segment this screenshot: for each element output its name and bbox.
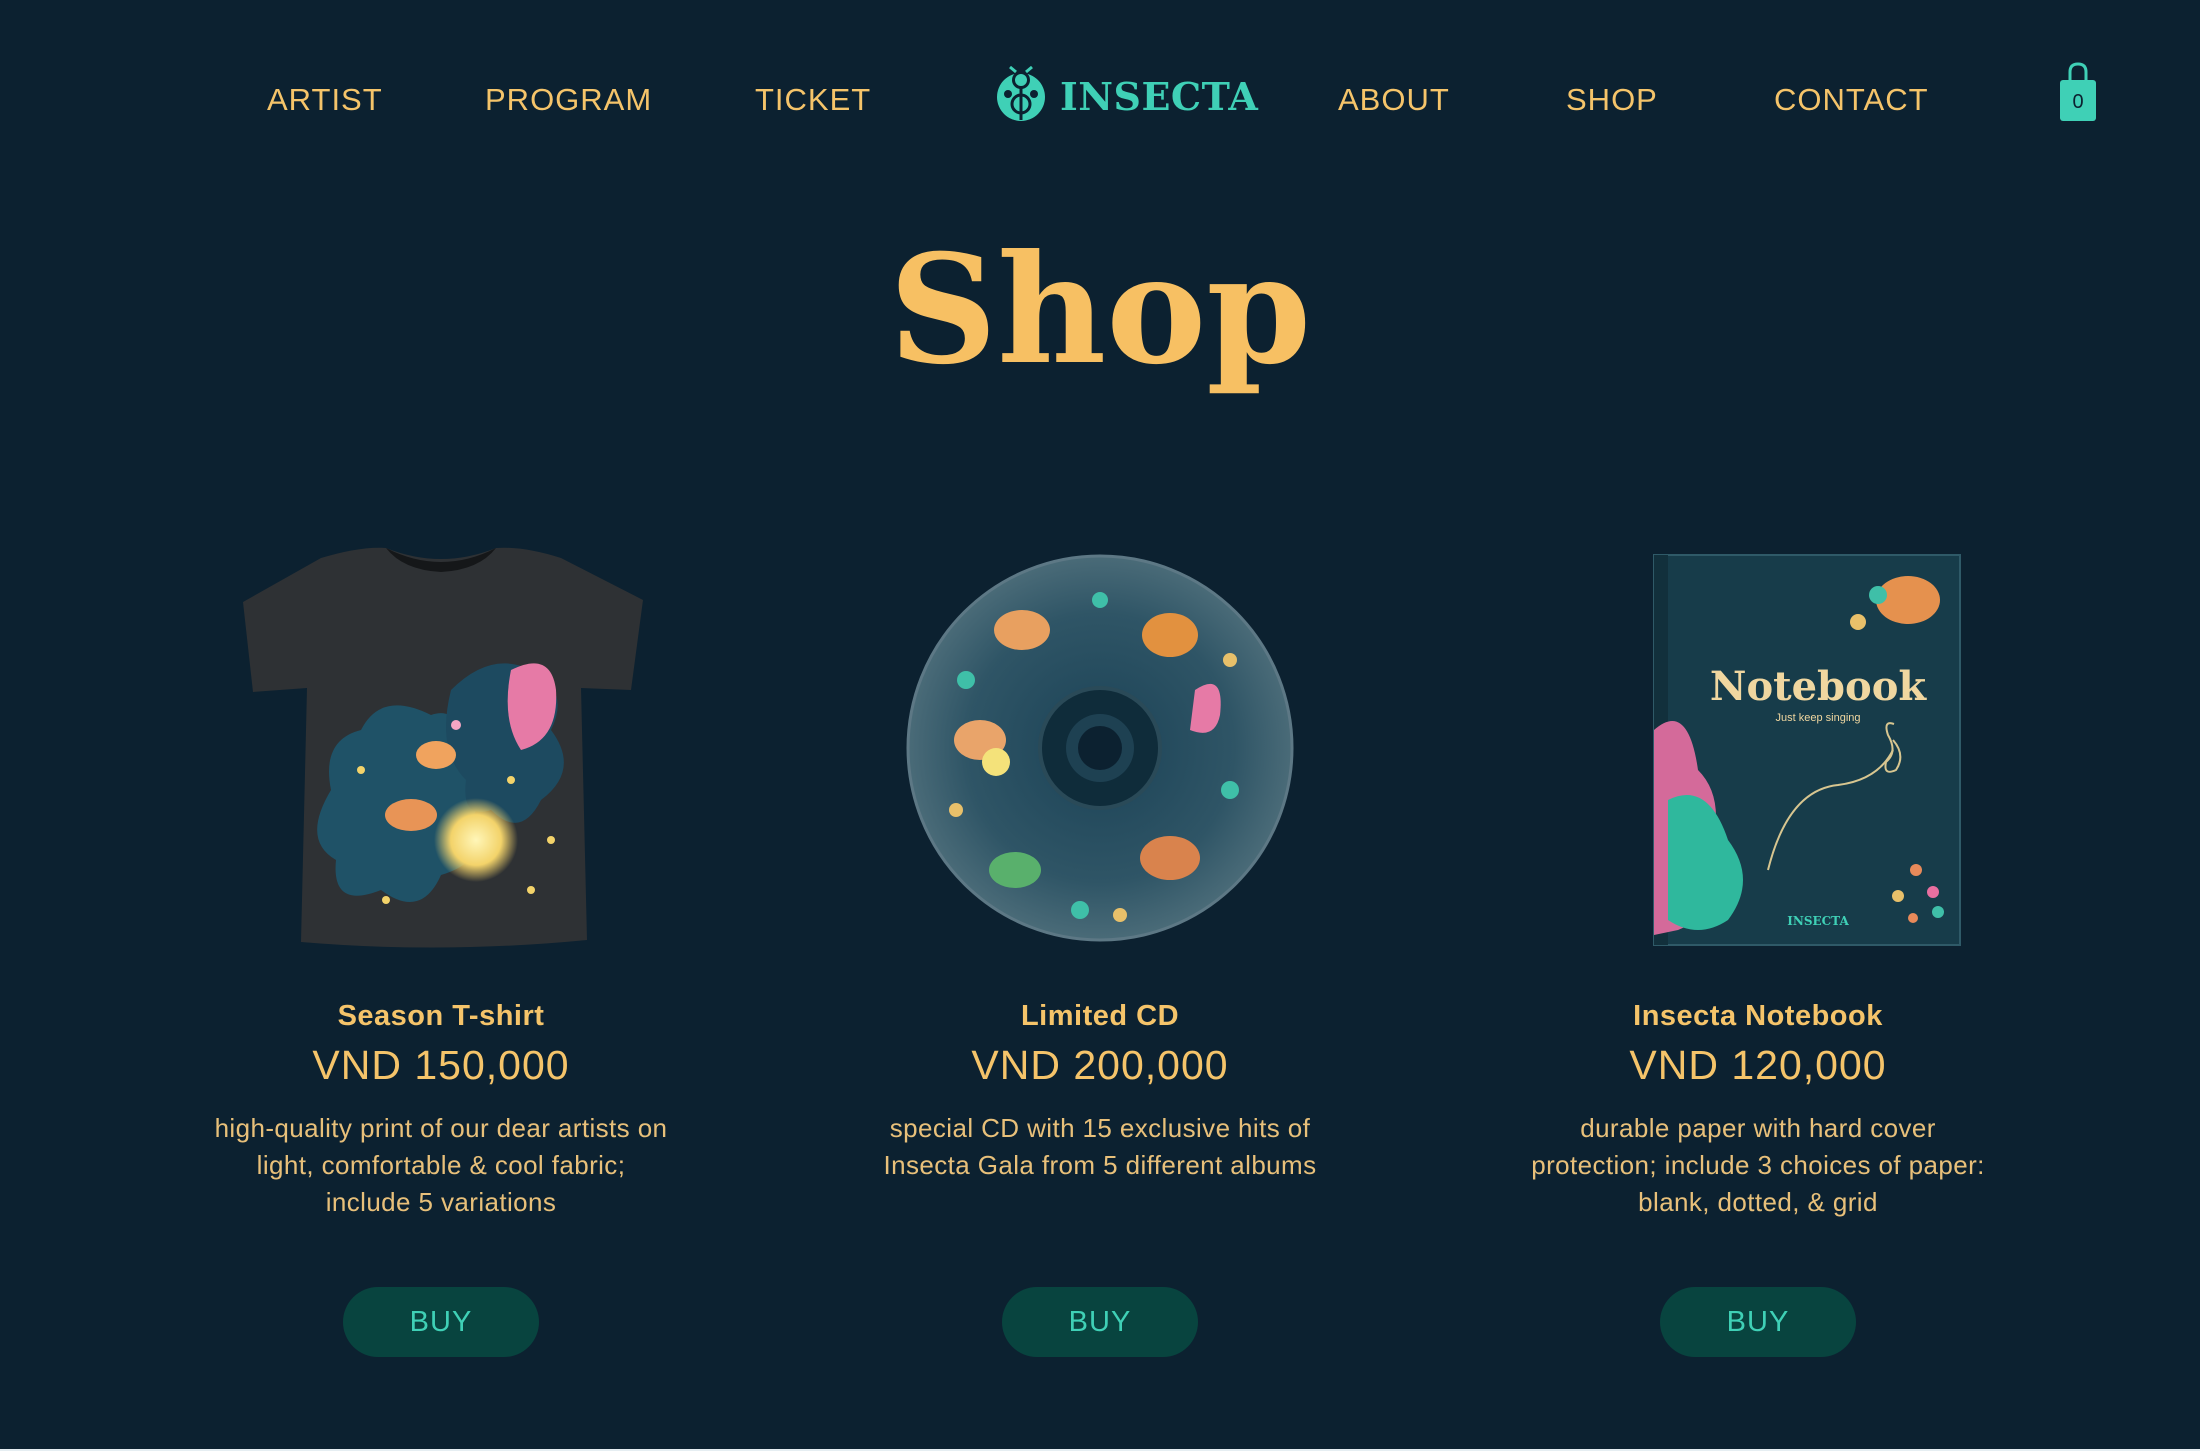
description-line: protection; include 3 choices of paper: <box>1531 1150 1985 1180</box>
nav-link-ticket[interactable]: TICKET <box>755 82 871 118</box>
product-description: special CD with 15 exclusive hits of Ins… <box>840 1110 1360 1184</box>
notebook-image[interactable]: Notebook Just keep singing INSECTA <box>1528 540 1988 960</box>
description-line: Insecta Gala from 5 different albums <box>883 1150 1317 1180</box>
nav-link-about[interactable]: ABOUT <box>1338 82 1450 118</box>
description-line: light, comfortable & cool fabric; <box>256 1150 626 1180</box>
notebook-cover-brand: INSECTA <box>1787 914 1849 928</box>
product-price: VND 150,000 <box>312 1042 570 1088</box>
cart-count: 0 <box>2072 91 2084 113</box>
tshirt-image[interactable] <box>211 540 671 960</box>
beetle-icon <box>994 65 1048 127</box>
product-name: Season T-shirt <box>337 1000 545 1032</box>
notebook-cover-title: Notebook <box>1710 663 1927 710</box>
product-name: Limited CD <box>1020 1000 1180 1032</box>
site-logo[interactable]: INSECTA <box>994 65 1259 127</box>
main-nav: ARTIST PROGRAM TICKET INSECTA ABOUT SHOP… <box>0 0 2200 200</box>
buy-button-notebook[interactable]: BUY <box>1660 1287 1856 1357</box>
product-description: high-quality print of our dear artists o… <box>181 1110 701 1221</box>
nav-link-shop[interactable]: SHOP <box>1566 82 1658 118</box>
description-line: blank, dotted, & grid <box>1638 1187 1878 1217</box>
product-name: Insecta Notebook <box>1633 1000 1883 1032</box>
description-line: include 5 variations <box>325 1187 557 1217</box>
nav-link-contact[interactable]: CONTACT <box>1774 82 1929 118</box>
buy-button-cd[interactable]: BUY <box>1002 1287 1198 1357</box>
logo-text: INSECTA <box>1060 74 1259 119</box>
page-title: Shop <box>888 222 1312 398</box>
description-line: high-quality print of our dear artists o… <box>214 1113 668 1143</box>
description-line: special CD with 15 exclusive hits of <box>889 1113 1311 1143</box>
description-line: durable paper with hard cover <box>1580 1113 1936 1143</box>
cd-image[interactable] <box>870 540 1330 960</box>
product-description: durable paper with hard cover protection… <box>1498 1110 2018 1221</box>
product-price: VND 120,000 <box>1629 1042 1887 1088</box>
notebook-cover-subtitle: Just keep singing <box>1776 712 1861 724</box>
nav-link-program[interactable]: PROGRAM <box>485 82 652 118</box>
product-price: VND 200,000 <box>971 1042 1229 1088</box>
buy-button-tshirt[interactable]: BUY <box>343 1287 539 1357</box>
cart-button[interactable]: 0 <box>2059 60 2097 122</box>
nav-link-artist[interactable]: ARTIST <box>267 82 383 118</box>
